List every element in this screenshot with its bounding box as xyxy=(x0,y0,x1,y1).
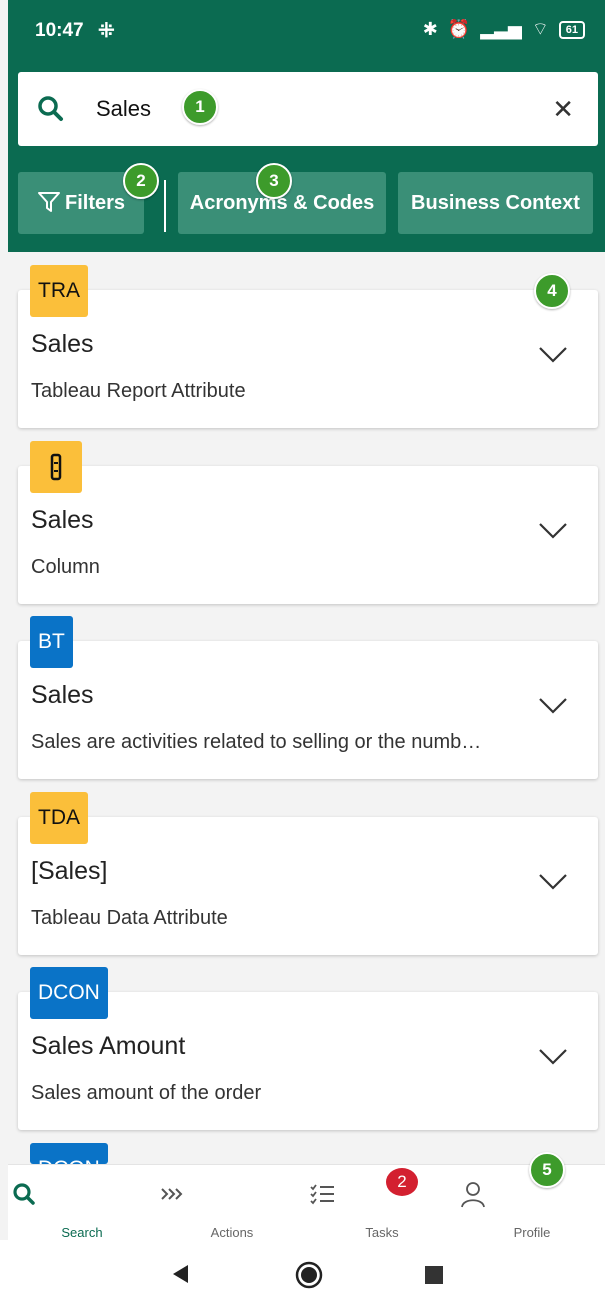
callout-marker-2: 2 xyxy=(123,163,159,199)
result-subtitle: Tableau Report Attribute xyxy=(31,380,246,402)
business-context-chip-label: Business Context xyxy=(411,192,580,214)
result-subtitle: Column xyxy=(31,556,100,578)
home-icon[interactable] xyxy=(294,1260,324,1290)
search-bar[interactable]: Sales ✕ xyxy=(18,72,598,146)
type-badge: TDA xyxy=(30,792,88,844)
business-context-chip[interactable]: Business Context xyxy=(398,172,593,234)
search-icon xyxy=(13,1183,35,1205)
battery-icon: 61 xyxy=(558,20,585,39)
column-icon xyxy=(50,453,62,481)
profile-icon xyxy=(461,1182,485,1208)
result-title: Sales xyxy=(31,506,94,534)
callout-marker-3: 3 xyxy=(256,163,292,199)
result-card[interactable]: Sales Tableau Report Attribute xyxy=(18,290,598,428)
status-icons: ✱ ⏰ ▂▃▅ ⌔ 61 xyxy=(423,18,585,41)
close-icon[interactable]: ✕ xyxy=(552,96,574,122)
nav-label-tasks: Tasks xyxy=(365,1225,399,1240)
result-subtitle: Sales are activities related to selling … xyxy=(31,731,482,753)
result-title: Sales xyxy=(31,330,94,358)
tasks-count-badge: 2 xyxy=(386,1168,418,1196)
actions-icon xyxy=(161,1188,183,1200)
result-subtitle: Sales amount of the order xyxy=(31,1082,262,1104)
nav-item-actions[interactable]: Actions xyxy=(158,1165,306,1241)
chevron-down-icon[interactable] xyxy=(538,873,568,891)
callout-marker-4: 4 xyxy=(534,273,570,309)
result-card[interactable]: Sales Column xyxy=(18,466,598,604)
nav-label-actions: Actions xyxy=(210,1225,254,1240)
chevron-down-icon[interactable] xyxy=(538,697,568,715)
type-badge: DCON xyxy=(30,967,108,1019)
result-title: Sales Amount xyxy=(31,1032,186,1060)
tasks-icon xyxy=(310,1184,334,1205)
status-time: 10:47 xyxy=(35,20,84,41)
result-title: [Sales] xyxy=(31,857,108,885)
bluetooth-icon: ✱ xyxy=(422,19,438,39)
wifi-icon: ⌔ xyxy=(531,19,549,39)
chevron-down-icon[interactable] xyxy=(538,522,568,540)
system-navigation-bar xyxy=(0,1240,605,1307)
nav-label-search: Search xyxy=(61,1225,103,1240)
nav-item-search[interactable]: Search xyxy=(8,1165,156,1241)
search-input[interactable]: Sales xyxy=(96,96,151,122)
nav-label-profile: Profile xyxy=(513,1225,551,1240)
status-bar: 10:47 ⁜ ✱ ⏰ ▂▃▅ ⌔ 61 xyxy=(8,0,605,62)
chip-divider xyxy=(164,180,166,232)
callout-marker-1: 1 xyxy=(182,89,218,125)
result-card[interactable]: Sales Sales are activities related to se… xyxy=(18,641,598,779)
type-badge-partial: DCON xyxy=(30,1143,108,1164)
app-header: 10:47 ⁜ ✱ ⏰ ▂▃▅ ⌔ 61 Sales ✕ Filters Acr… xyxy=(8,0,605,252)
chevron-down-icon[interactable] xyxy=(538,1048,568,1066)
recents-icon[interactable] xyxy=(424,1265,444,1285)
nav-item-tasks[interactable]: Tasks xyxy=(308,1165,456,1241)
column-badge xyxy=(30,441,82,493)
result-subtitle: Tableau Data Attribute xyxy=(31,907,228,929)
filter-icon xyxy=(37,192,60,212)
alarm-icon: ⏰ xyxy=(447,19,471,39)
result-card[interactable]: [Sales] Tableau Data Attribute xyxy=(18,817,598,955)
result-title: Sales xyxy=(31,681,94,709)
filter-chip-row: Filters Acronyms & Codes Business Contex… xyxy=(18,172,605,234)
slack-notification-icon: ⁜ xyxy=(98,20,115,42)
type-badge: TRA xyxy=(30,265,88,317)
signal-icon: ▂▃▅ xyxy=(480,19,522,39)
callout-marker-5: 5 xyxy=(529,1152,565,1188)
back-icon[interactable] xyxy=(170,1263,190,1285)
chevron-down-icon[interactable] xyxy=(538,346,568,364)
type-badge: BT xyxy=(30,616,73,668)
filters-chip-label: Filters xyxy=(64,192,126,214)
search-icon xyxy=(38,96,63,121)
bottom-navigation: Search Actions Tasks Profile xyxy=(8,1164,605,1241)
